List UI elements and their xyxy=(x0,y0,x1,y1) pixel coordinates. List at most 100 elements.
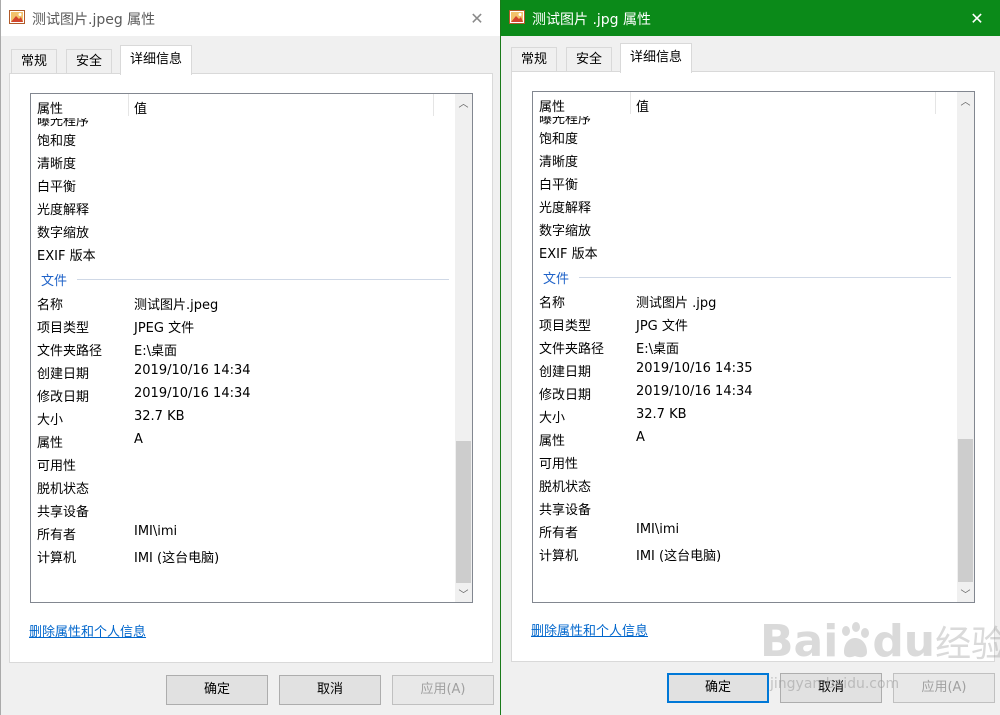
chevron-down-icon: ﹀ xyxy=(458,590,469,601)
list-row[interactable]: 修改日期 2019/10/16 14:34 xyxy=(533,381,957,404)
list-header: 属性 值 xyxy=(31,94,455,118)
scroll-down-button[interactable]: ﹀ xyxy=(957,585,974,602)
row-value: A xyxy=(636,430,645,445)
list-row[interactable]: 修改日期 2019/10/16 14:34 xyxy=(31,383,455,406)
list-row[interactable]: 计算机 IMI (这台电脑) xyxy=(533,542,957,565)
list-row[interactable]: 文件夹路径 E:\桌面 xyxy=(533,335,957,358)
tab-security[interactable]: 安全 xyxy=(566,47,613,72)
list-row[interactable]: 脱机状态 xyxy=(31,475,455,498)
list-row[interactable]: 创建日期 2019/10/16 14:35 xyxy=(533,358,957,381)
list-row[interactable]: 饱和度 xyxy=(533,125,957,148)
details-panel: 属性 值 曝光程序 饱和度 清晰度 白平衡 光度解释 数字缩放 EXIF 版本 … xyxy=(511,71,995,662)
list-row[interactable]: 共享设备 xyxy=(31,498,455,521)
paw-icon xyxy=(842,622,870,658)
list-row[interactable]: EXIF 版本 xyxy=(533,240,957,263)
tab-details[interactable]: 详细信息 xyxy=(620,43,693,73)
tab-details[interactable]: 详细信息 xyxy=(120,45,193,75)
column-header-value[interactable]: 值 xyxy=(134,98,147,117)
close-button[interactable]: ✕ xyxy=(454,0,500,36)
scroll-up-button[interactable]: ︿ xyxy=(957,92,974,109)
tab-general[interactable]: 常规 xyxy=(511,47,558,72)
row-key: 计算机 xyxy=(37,551,77,566)
list-row[interactable]: 数字缩放 xyxy=(533,217,957,240)
row-key: 创建日期 xyxy=(539,365,592,380)
list-row[interactable]: 可用性 xyxy=(31,452,455,475)
list-row[interactable]: 光度解释 xyxy=(31,196,455,219)
list-row[interactable]: 饱和度 xyxy=(31,127,455,150)
list-row[interactable]: 文件夹路径 E:\桌面 xyxy=(31,337,455,360)
list-row[interactable]: 名称 测试图片 .jpg xyxy=(533,289,957,312)
list-row[interactable]: 计算机 IMI (这台电脑) xyxy=(31,544,455,567)
column-divider[interactable] xyxy=(128,94,129,116)
group-header-file[interactable]: 文件 xyxy=(533,265,957,288)
details-panel: 属性 值 曝光程序 饱和度 清晰度 白平衡 光度解释 数字缩放 EXIF 版本 … xyxy=(9,73,493,663)
list-row[interactable]: EXIF 版本 xyxy=(31,242,455,265)
apply-button[interactable]: 应用(A) xyxy=(392,675,494,705)
list-row[interactable]: 属性 A xyxy=(31,429,455,452)
row-key: EXIF 版本 xyxy=(37,249,96,264)
watermark-brand-suffix: du xyxy=(872,616,936,667)
ok-button[interactable]: 确定 xyxy=(667,673,769,703)
list-row[interactable]: 白平衡 xyxy=(31,173,455,196)
column-header-property[interactable]: 属性 xyxy=(539,96,565,115)
list-row[interactable]: 创建日期 2019/10/16 14:34 xyxy=(31,360,455,383)
apply-button[interactable]: 应用(A) xyxy=(893,673,995,703)
row-key: 脱机状态 xyxy=(37,482,90,497)
list-row[interactable]: 大小 32.7 KB xyxy=(31,406,455,429)
list-row[interactable]: 脱机状态 xyxy=(533,473,957,496)
list-row[interactable]: 数字缩放 xyxy=(31,219,455,242)
list-row[interactable]: 属性 A xyxy=(533,427,957,450)
row-value: JPEG 文件 xyxy=(134,321,195,336)
list-row[interactable]: 曝光程序 xyxy=(533,116,957,125)
list-row[interactable]: 白平衡 xyxy=(533,171,957,194)
vertical-scrollbar[interactable]: ︿ ﹀ xyxy=(455,94,472,602)
watermark-cn: 经验 xyxy=(935,624,1000,665)
scrollbar-thumb[interactable] xyxy=(958,439,973,582)
tab-general[interactable]: 常规 xyxy=(11,49,58,74)
row-value: JPG 文件 xyxy=(636,319,688,334)
row-key: 白平衡 xyxy=(37,180,77,195)
remove-properties-link[interactable]: 删除属性和个人信息 xyxy=(531,620,648,639)
list-row[interactable]: 所有者 IMI\imi xyxy=(533,519,957,542)
scroll-down-button[interactable]: ﹀ xyxy=(455,585,472,602)
scrollbar-thumb[interactable] xyxy=(456,441,471,583)
list-row[interactable]: 曝光程序 xyxy=(31,118,455,127)
row-value: 32.7 KB xyxy=(134,409,185,424)
list-row[interactable]: 清晰度 xyxy=(533,148,957,171)
chevron-down-icon: ﹀ xyxy=(960,590,971,601)
row-value: E:\桌面 xyxy=(636,342,679,357)
column-header-property[interactable]: 属性 xyxy=(37,98,63,117)
list-row[interactable]: 大小 32.7 KB xyxy=(533,404,957,427)
row-key: 清晰度 xyxy=(37,157,77,172)
column-divider[interactable] xyxy=(433,94,434,116)
title-bar[interactable]: 测试图片 .jpg 属性 ✕ xyxy=(501,0,1000,36)
row-value: 测试图片.jpeg xyxy=(134,298,219,313)
list-row[interactable]: 项目类型 JPEG 文件 xyxy=(31,314,455,337)
column-divider[interactable] xyxy=(630,92,631,114)
row-key: 曝光程序 xyxy=(37,118,90,127)
scroll-up-button[interactable]: ︿ xyxy=(455,94,472,111)
vertical-scrollbar[interactable]: ︿ ﹀ xyxy=(957,92,974,602)
image-file-icon xyxy=(9,10,25,24)
cancel-button[interactable]: 取消 xyxy=(279,675,381,705)
list-row[interactable]: 光度解释 xyxy=(533,194,957,217)
ok-button[interactable]: 确定 xyxy=(166,675,268,705)
column-divider[interactable] xyxy=(935,92,936,114)
properties-list[interactable]: 属性 值 曝光程序 饱和度 清晰度 白平衡 光度解释 数字缩放 EXIF 版本 … xyxy=(532,91,975,603)
row-value: IMI\imi xyxy=(134,524,178,539)
list-row[interactable]: 可用性 xyxy=(533,450,957,473)
remove-properties-link[interactable]: 删除属性和个人信息 xyxy=(29,621,146,640)
column-header-value[interactable]: 值 xyxy=(636,96,649,115)
list-row[interactable]: 共享设备 xyxy=(533,496,957,519)
list-row[interactable]: 项目类型 JPG 文件 xyxy=(533,312,957,335)
list-row[interactable]: 名称 测试图片.jpeg xyxy=(31,291,455,314)
row-key: 光度解释 xyxy=(37,203,90,218)
title-bar[interactable]: 测试图片.jpeg 属性 ✕ xyxy=(1,0,500,36)
properties-list[interactable]: 属性 值 曝光程序 饱和度 清晰度 白平衡 光度解释 数字缩放 EXIF 版本 … xyxy=(30,93,473,603)
list-row[interactable]: 清晰度 xyxy=(31,150,455,173)
properties-dialog-jpeg: 测试图片.jpeg 属性 ✕ 常规 安全 详细信息 属性 值 曝光程序 饱和度 … xyxy=(0,0,500,715)
group-header-file[interactable]: 文件 xyxy=(31,267,455,290)
tab-security[interactable]: 安全 xyxy=(66,49,113,74)
list-row[interactable]: 所有者 IMI\imi xyxy=(31,521,455,544)
close-button[interactable]: ✕ xyxy=(954,0,1000,36)
